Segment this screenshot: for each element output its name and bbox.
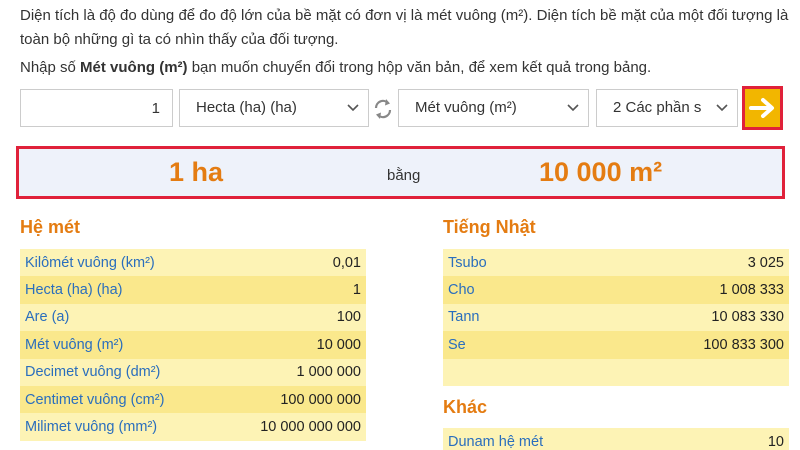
- table-row: Tsubo 3 025: [443, 249, 789, 277]
- unit-name-link[interactable]: Se: [448, 337, 466, 353]
- other-table: Dunam hệ mét 10: [443, 428, 789, 450]
- table-row: Are (a) 100: [20, 303, 366, 332]
- intro-paragraph: Diện tích là độ đo dùng để đo độ lớn của…: [20, 7, 789, 48]
- instruction-text: Nhập số Mét vuông (m²) bạn muốn chuyển đ…: [20, 57, 651, 79]
- precision-value: 2 Các phần s: [613, 99, 702, 116]
- table-row: Hecta (ha) (ha) 1: [20, 276, 366, 304]
- chevron-down-icon: [347, 104, 359, 112]
- instruction-after: bạn muốn chuyển đổi trong hộp văn bản, đ…: [187, 59, 652, 76]
- result-banner: 1 ha bằng 10 000 m²: [16, 146, 785, 199]
- unit-value: 100: [336, 309, 361, 326]
- unit-value: 1 008 333: [719, 282, 784, 299]
- table-row: Centimet vuông (cm²) 100 000 000: [20, 385, 366, 414]
- from-unit-value: Hecta (ha) (ha): [196, 99, 297, 116]
- section-title-japanese: Tiếng Nhật: [443, 217, 536, 237]
- chevron-down-icon: [716, 104, 728, 112]
- section-title-metric: Hệ mét: [20, 217, 81, 237]
- table-row: Milimet vuông (mm²) 10 000 000 000: [20, 413, 366, 441]
- unit-value: 1: [352, 282, 361, 299]
- unit-name-link[interactable]: Tsubo: [448, 255, 487, 271]
- instruction-before: Nhập số: [20, 59, 81, 76]
- chevron-down-icon: [567, 104, 579, 112]
- unit-value: 1 000 000: [296, 364, 361, 381]
- unit-name-link[interactable]: Kilômét vuông (km²): [25, 255, 155, 271]
- empty-row: [443, 358, 789, 386]
- unit-name-link[interactable]: Centimet vuông (cm²): [25, 392, 164, 408]
- unit-value: 100 833 300: [703, 336, 784, 353]
- unit-name-link[interactable]: Hecta (ha) (ha): [25, 282, 123, 298]
- table-row: Kilômét vuông (km²) 0,01: [20, 249, 366, 277]
- convert-button[interactable]: [742, 86, 783, 130]
- section-title-other: Khác: [443, 397, 488, 417]
- unit-name-link[interactable]: Cho: [448, 282, 475, 298]
- unit-value: 100 000 000: [280, 391, 361, 408]
- swap-arrows-icon[interactable]: [372, 97, 394, 121]
- unit-value: 3 025: [747, 254, 784, 271]
- instruction-unit: Mét vuông (m²): [80, 59, 188, 76]
- table-row: Decimet vuông (dm²) 1 000 000: [20, 358, 366, 386]
- japanese-table: Tsubo 3 025 Cho 1 008 333 Tann 10 083 330 Se 10…: [443, 249, 789, 386]
- unit-value: 10 000 000 000: [260, 419, 361, 436]
- to-unit-value: Mét vuông (m²): [415, 99, 517, 116]
- table-row: Dunam hệ mét 10: [443, 428, 789, 450]
- unit-name-link[interactable]: Milimet vuông (mm²): [25, 419, 157, 435]
- result-equals: bằng: [387, 167, 421, 184]
- unit-name-link[interactable]: Dunam hệ mét: [448, 434, 543, 450]
- arrow-right-icon: [748, 98, 774, 118]
- table-row: Cho 1 008 333: [443, 276, 789, 304]
- unit-value: 10 000: [316, 336, 361, 353]
- unit-name-link[interactable]: Tann: [448, 309, 479, 325]
- table-row: Se 100 833 300: [443, 331, 789, 359]
- result-from: 1 ha: [169, 157, 224, 187]
- unit-value: 10: [767, 433, 784, 450]
- unit-value: 10 083 330: [711, 309, 784, 326]
- unit-value: 0,01: [332, 254, 361, 271]
- table-row: Mét vuông (m²) 10 000: [20, 331, 366, 359]
- quantity-input[interactable]: [20, 89, 173, 127]
- unit-name-link[interactable]: Mét vuông (m²): [25, 337, 123, 353]
- from-unit-select[interactable]: Hecta (ha) (ha): [179, 89, 369, 127]
- unit-name-link[interactable]: Are (a): [25, 309, 69, 325]
- metric-table: Kilômét vuông (km²) 0,01 Hecta (ha) (ha) 1 A…: [20, 249, 366, 441]
- table-row: Tann 10 083 330: [443, 303, 789, 332]
- to-unit-select[interactable]: Mét vuông (m²): [398, 89, 589, 127]
- precision-select[interactable]: 2 Các phần s: [596, 89, 738, 127]
- result-to: 10 000 m²: [539, 157, 663, 187]
- unit-name-link[interactable]: Decimet vuông (dm²): [25, 364, 160, 380]
